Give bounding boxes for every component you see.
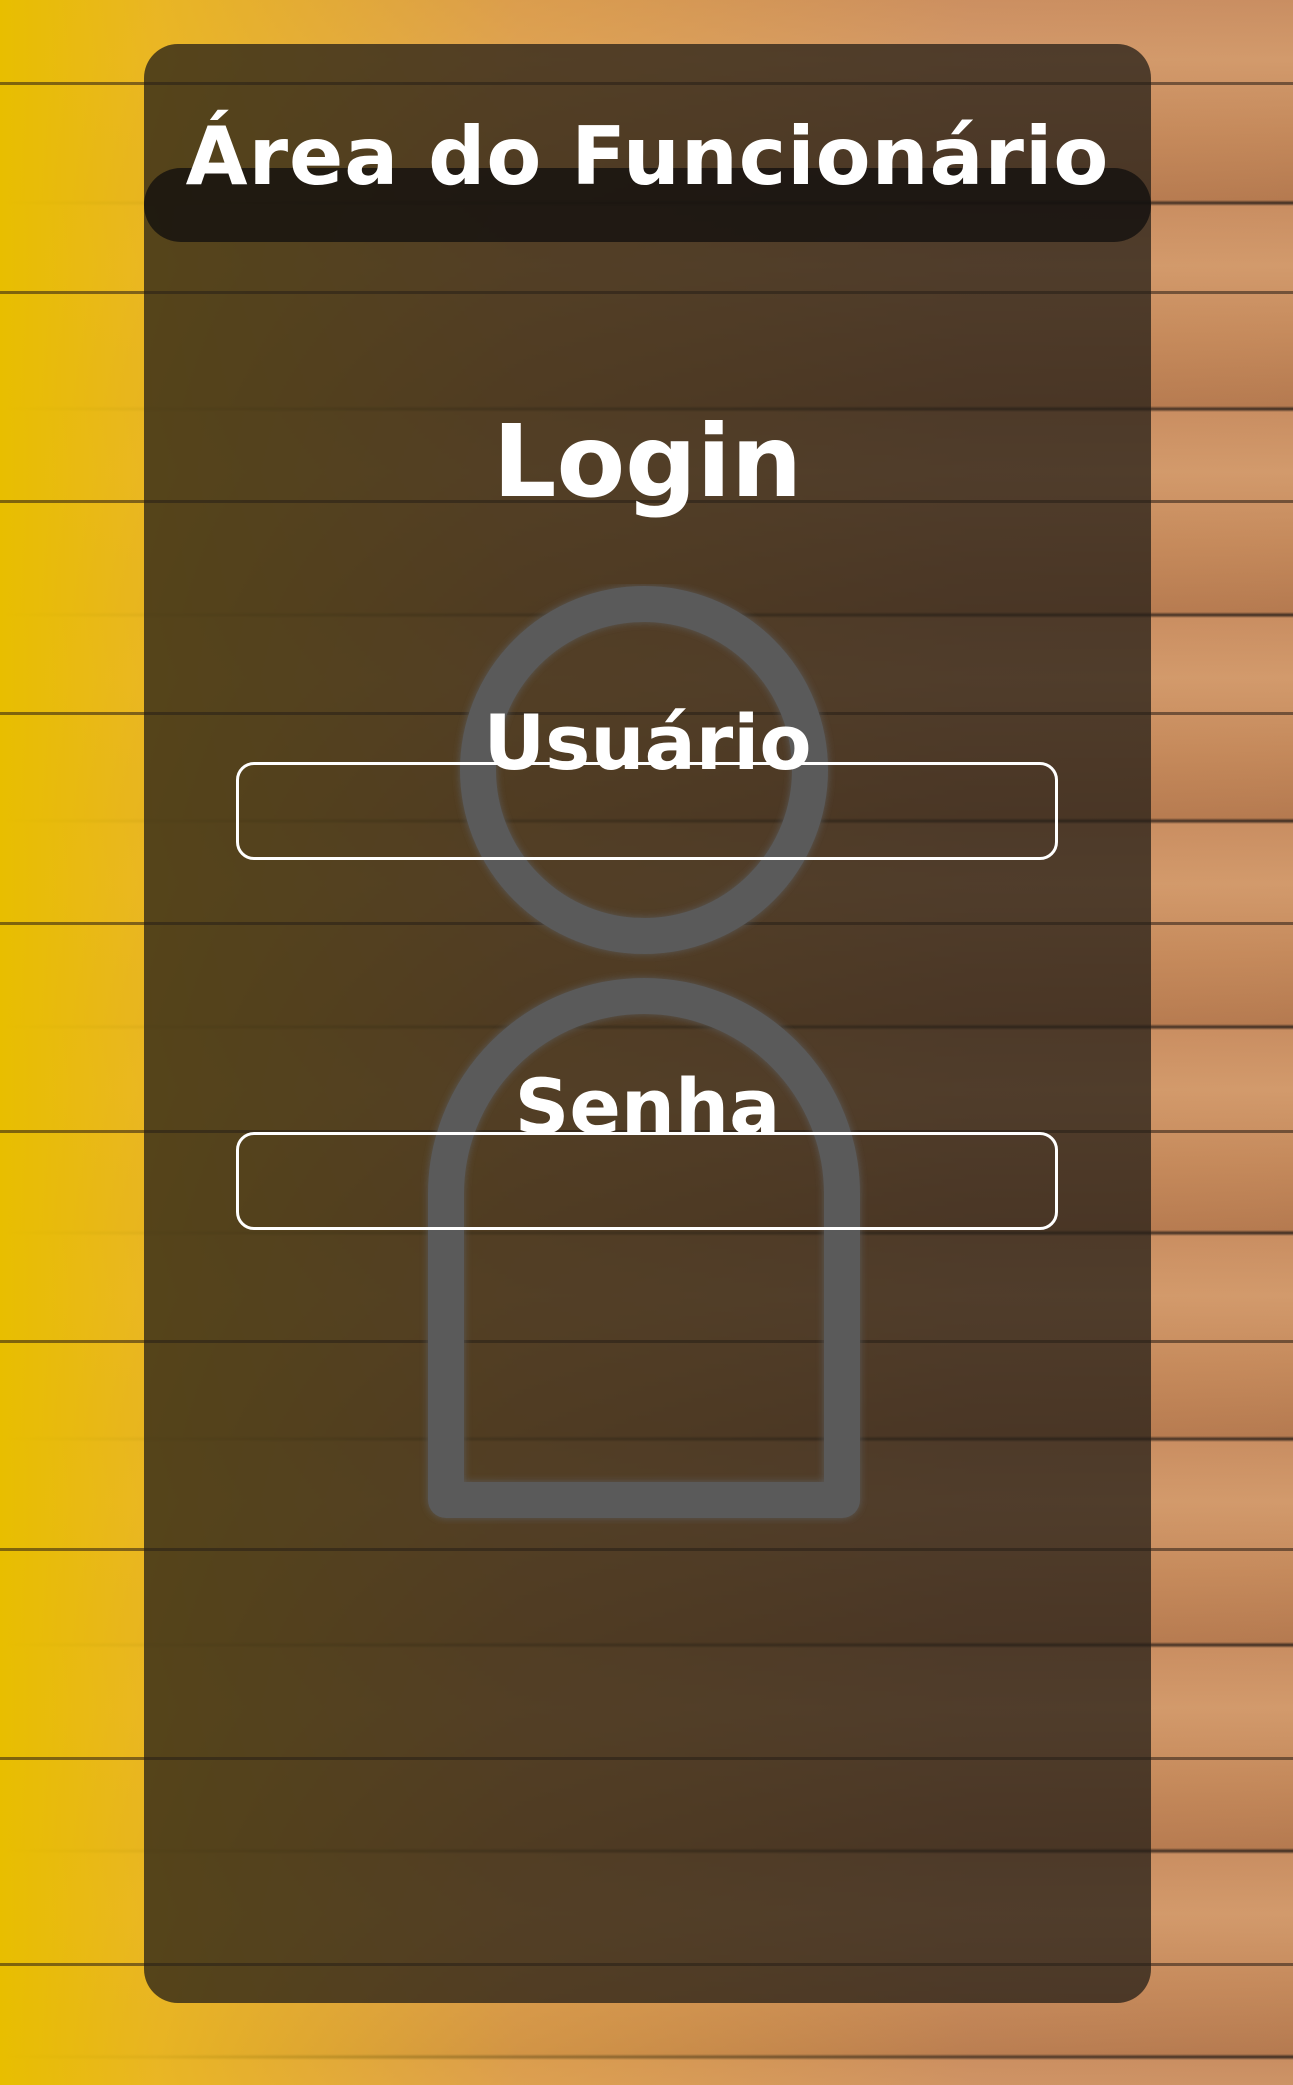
password-input[interactable] xyxy=(236,1132,1058,1230)
login-panel: Área do Funcionário Login Usuário Senha xyxy=(144,44,1151,2003)
login-heading: Login xyxy=(492,403,803,520)
username-input[interactable] xyxy=(236,762,1058,860)
page-title: Área do Funcionário xyxy=(185,110,1110,203)
